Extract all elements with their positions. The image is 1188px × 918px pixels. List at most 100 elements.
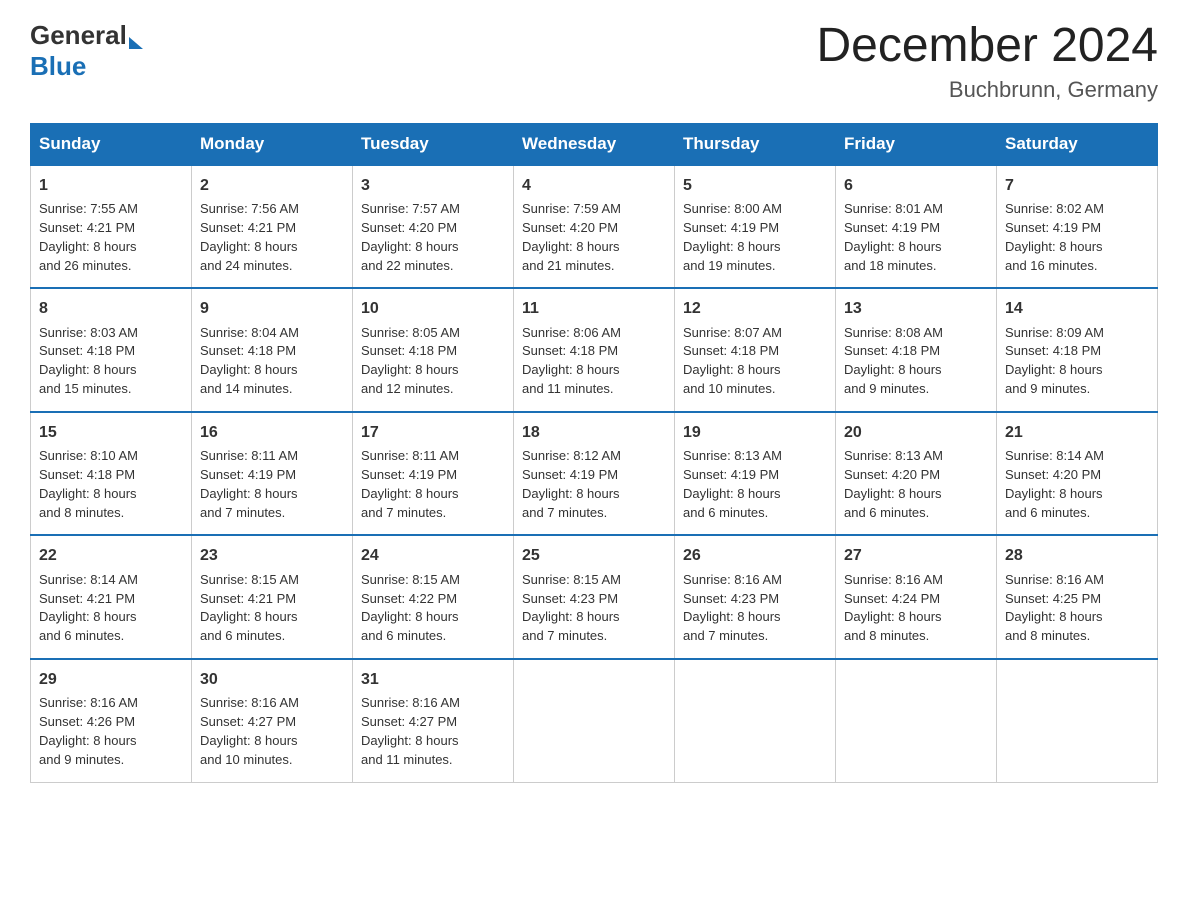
calendar-cell: 8 Sunrise: 8:03 AMSunset: 4:18 PMDaylight… [31,288,192,412]
day-info: Sunrise: 8:00 AMSunset: 4:19 PMDaylight:… [683,200,827,275]
day-info: Sunrise: 8:09 AMSunset: 4:18 PMDaylight:… [1005,324,1149,399]
day-number: 23 [200,544,344,567]
day-info: Sunrise: 8:11 AMSunset: 4:19 PMDaylight:… [200,447,344,522]
logo-general: General [30,20,127,51]
day-info: Sunrise: 8:15 AMSunset: 4:21 PMDaylight:… [200,571,344,646]
day-info: Sunrise: 8:06 AMSunset: 4:18 PMDaylight:… [522,324,666,399]
day-number: 13 [844,297,988,320]
day-info: Sunrise: 8:16 AMSunset: 4:27 PMDaylight:… [361,694,505,769]
day-info: Sunrise: 8:16 AMSunset: 4:25 PMDaylight:… [1005,571,1149,646]
day-info: Sunrise: 8:01 AMSunset: 4:19 PMDaylight:… [844,200,988,275]
day-info: Sunrise: 8:07 AMSunset: 4:18 PMDaylight:… [683,324,827,399]
calendar-cell: 18 Sunrise: 8:12 AMSunset: 4:19 PMDayligh… [514,412,675,536]
calendar-cell [675,659,836,782]
page-header: General Blue December 2024 Buchbrunn, Ge… [30,20,1158,103]
day-number: 22 [39,544,183,567]
logo-blue: Blue [30,51,86,82]
calendar-cell: 5 Sunrise: 8:00 AMSunset: 4:19 PMDaylight… [675,165,836,289]
day-info: Sunrise: 7:59 AMSunset: 4:20 PMDaylight:… [522,200,666,275]
calendar-cell: 16Sunrise: 8:11 AMSunset: 4:19 PMDayligh… [192,412,353,536]
day-info: Sunrise: 8:15 AMSunset: 4:22 PMDaylight:… [361,571,505,646]
calendar-header-row: SundayMondayTuesdayWednesdayThursdayFrid… [31,123,1158,165]
day-info: Sunrise: 8:16 AMSunset: 4:26 PMDaylight:… [39,694,183,769]
calendar-cell: 3 Sunrise: 7:57 AMSunset: 4:20 PMDaylight… [353,165,514,289]
day-number: 9 [200,297,344,320]
calendar-cell: 6 Sunrise: 8:01 AMSunset: 4:19 PMDaylight… [836,165,997,289]
header-day-wednesday: Wednesday [514,123,675,165]
day-info: Sunrise: 8:14 AMSunset: 4:21 PMDaylight:… [39,571,183,646]
day-info: Sunrise: 8:13 AMSunset: 4:19 PMDaylight:… [683,447,827,522]
calendar-week-row: 22 Sunrise: 8:14 AMSunset: 4:21 PMDayligh… [31,535,1158,659]
page-subtitle: Buchbrunn, Germany [816,77,1158,103]
header-day-saturday: Saturday [997,123,1158,165]
calendar-cell: 12 Sunrise: 8:07 AMSunset: 4:18 PMDayligh… [675,288,836,412]
day-number: 6 [844,174,988,197]
day-info: Sunrise: 8:03 AMSunset: 4:18 PMDaylight:… [39,324,183,399]
header-day-monday: Monday [192,123,353,165]
day-number: 2 [200,174,344,197]
day-info: Sunrise: 8:16 AMSunset: 4:23 PMDaylight:… [683,571,827,646]
day-number: 8 [39,297,183,320]
day-number: 3 [361,174,505,197]
day-info: Sunrise: 8:04 AMSunset: 4:18 PMDaylight:… [200,324,344,399]
day-number: 1 [39,174,183,197]
day-info: Sunrise: 7:55 AMSunset: 4:21 PMDaylight:… [39,200,183,275]
day-number: 17 [361,421,505,444]
calendar-cell [514,659,675,782]
day-info: Sunrise: 8:02 AMSunset: 4:19 PMDaylight:… [1005,200,1149,275]
calendar-cell: 24 Sunrise: 8:15 AMSunset: 4:22 PMDayligh… [353,535,514,659]
header-day-thursday: Thursday [675,123,836,165]
calendar-cell: 2 Sunrise: 7:56 AMSunset: 4:21 PMDaylight… [192,165,353,289]
calendar-cell: 19 Sunrise: 8:13 AMSunset: 4:19 PMDayligh… [675,412,836,536]
day-number: 28 [1005,544,1149,567]
day-number: 31 [361,668,505,691]
header-day-sunday: Sunday [31,123,192,165]
day-number: 10 [361,297,505,320]
day-info: Sunrise: 8:12 AMSunset: 4:19 PMDaylight:… [522,447,666,522]
calendar-cell: 22 Sunrise: 8:14 AMSunset: 4:21 PMDayligh… [31,535,192,659]
calendar-cell: 31 Sunrise: 8:16 AMSunset: 4:27 PMDayligh… [353,659,514,782]
calendar-cell: 9 Sunrise: 8:04 AMSunset: 4:18 PMDaylight… [192,288,353,412]
day-info: Sunrise: 7:57 AMSunset: 4:20 PMDaylight:… [361,200,505,275]
calendar-cell: 17 Sunrise: 8:11 AMSunset: 4:19 PMDayligh… [353,412,514,536]
day-info: Sunrise: 7:56 AMSunset: 4:21 PMDaylight:… [200,200,344,275]
day-info: Sunrise: 8:05 AMSunset: 4:18 PMDaylight:… [361,324,505,399]
calendar-cell: 30 Sunrise: 8:16 AMSunset: 4:27 PMDayligh… [192,659,353,782]
day-info: Sunrise: 8:16 AMSunset: 4:27 PMDaylight:… [200,694,344,769]
calendar-cell: 25Sunrise: 8:15 AMSunset: 4:23 PMDayligh… [514,535,675,659]
logo-triangle-icon [129,37,143,49]
day-info: Sunrise: 8:15 AMSunset: 4:23 PMDaylight:… [522,571,666,646]
day-info: Sunrise: 8:16 AMSunset: 4:24 PMDaylight:… [844,571,988,646]
day-number: 7 [1005,174,1149,197]
calendar-cell: 26Sunrise: 8:16 AMSunset: 4:23 PMDayligh… [675,535,836,659]
day-info: Sunrise: 8:14 AMSunset: 4:20 PMDaylight:… [1005,447,1149,522]
day-info: Sunrise: 8:10 AMSunset: 4:18 PMDaylight:… [39,447,183,522]
day-number: 30 [200,668,344,691]
day-number: 12 [683,297,827,320]
day-number: 21 [1005,421,1149,444]
calendar-cell: 10 Sunrise: 8:05 AMSunset: 4:18 PMDayligh… [353,288,514,412]
header-day-tuesday: Tuesday [353,123,514,165]
day-info: Sunrise: 8:11 AMSunset: 4:19 PMDaylight:… [361,447,505,522]
day-number: 20 [844,421,988,444]
page-title: December 2024 [816,20,1158,73]
calendar-cell: 11 Sunrise: 8:06 AMSunset: 4:18 PMDayligh… [514,288,675,412]
day-number: 15 [39,421,183,444]
calendar-cell: 7 Sunrise: 8:02 AMSunset: 4:19 PMDaylight… [997,165,1158,289]
day-number: 18 [522,421,666,444]
calendar-cell: 15 Sunrise: 8:10 AMSunset: 4:18 PMDayligh… [31,412,192,536]
calendar-week-row: 1 Sunrise: 7:55 AMSunset: 4:21 PMDaylight… [31,165,1158,289]
day-info: Sunrise: 8:08 AMSunset: 4:18 PMDaylight:… [844,324,988,399]
title-block: December 2024 Buchbrunn, Germany [816,20,1158,103]
calendar-cell: 1 Sunrise: 7:55 AMSunset: 4:21 PMDaylight… [31,165,192,289]
calendar-cell: 20 Sunrise: 8:13 AMSunset: 4:20 PMDayligh… [836,412,997,536]
day-info: Sunrise: 8:13 AMSunset: 4:20 PMDaylight:… [844,447,988,522]
day-number: 4 [522,174,666,197]
day-number: 14 [1005,297,1149,320]
calendar-cell [836,659,997,782]
day-number: 24 [361,544,505,567]
calendar-cell: 23 Sunrise: 8:15 AMSunset: 4:21 PMDayligh… [192,535,353,659]
day-number: 11 [522,297,666,320]
day-number: 19 [683,421,827,444]
day-number: 5 [683,174,827,197]
